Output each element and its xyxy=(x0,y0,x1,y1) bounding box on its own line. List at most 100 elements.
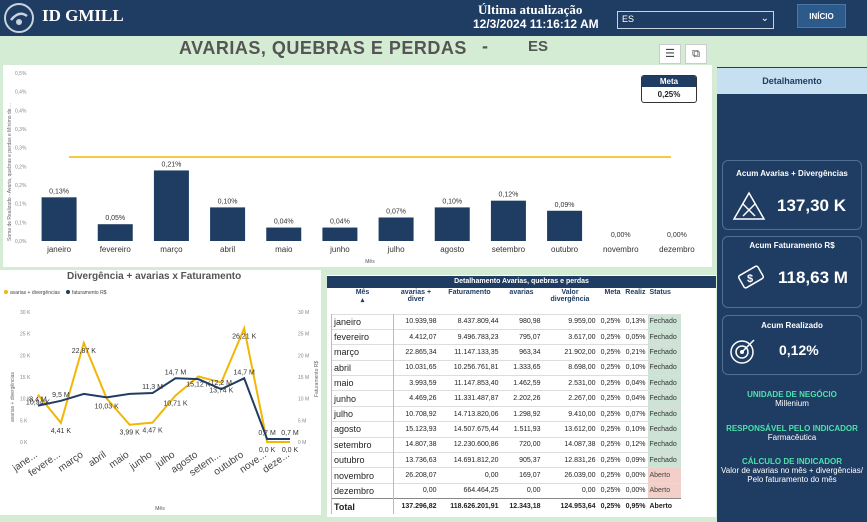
col-header-meta[interactable]: Meta xyxy=(598,289,623,314)
cell-meta: 0,25% xyxy=(597,328,623,345)
cell-avarias: 1.298,92 xyxy=(500,405,543,422)
cell-faturamento: 14.713.820,06 xyxy=(438,405,501,422)
y-tick-left: 20 K xyxy=(20,353,31,359)
cell-status: Fechado xyxy=(647,359,681,376)
cell-realiz: 0,21% xyxy=(622,344,648,361)
table-row[interactable]: novembro 26.208,07 0,00 169,07 26.039,00 0,25… xyxy=(331,467,681,484)
cell-faturamento: 8.437.809,44 xyxy=(438,313,501,330)
data-label: 26,21 K xyxy=(232,333,256,340)
focus-mode-icon[interactable]: ⧉ xyxy=(685,44,707,64)
col-header-faturamento[interactable]: Faturamento xyxy=(439,289,501,314)
cell-realiz: 0,04% xyxy=(622,390,648,407)
cell-status: Fechado xyxy=(647,452,681,468)
kpi-label: Acum Faturamento R$ xyxy=(749,241,835,250)
table-title: Detalhamento Avarias, quebras e perdas xyxy=(327,276,716,288)
cell-month: janeiro xyxy=(331,313,394,330)
bar xyxy=(378,217,414,241)
cell-meta: 0,25% xyxy=(597,482,623,499)
x-tick-label: setembro xyxy=(492,245,526,254)
cell-meta: 0,25% xyxy=(597,313,623,330)
y-tick-label: 0,3% xyxy=(15,127,27,133)
cell-avarias-diver: 14.807,38 xyxy=(393,436,439,453)
table-row[interactable]: outubro 13.736,63 14.691.812,20 905,37 12.83… xyxy=(331,452,681,468)
cell-month: junho xyxy=(331,390,394,407)
table-row[interactable]: setembro 14.807,38 12.230.600,86 720,00 14.0… xyxy=(331,436,681,453)
bar-value-label: 0,21% xyxy=(161,161,181,168)
col-header-realiz[interactable]: Realiz xyxy=(623,289,648,314)
cell-avarias-diver: 22.865,34 xyxy=(393,344,439,361)
bar-value-label: 0,10% xyxy=(442,198,462,205)
cell-avarias-diver: 13.736,63 xyxy=(393,452,439,468)
col-header-status[interactable]: Status xyxy=(648,289,681,314)
brand-name: ID GMILL xyxy=(42,6,124,25)
cell-faturamento: 14.507.675,44 xyxy=(438,421,501,438)
kpi-value: 118,63 M xyxy=(778,268,848,287)
cell-status: Fechado xyxy=(647,344,681,361)
x-tick-label: janeiro xyxy=(46,245,72,254)
table-row[interactable]: julho 10.708,92 14.713.820,06 1.298,92 9.410… xyxy=(331,405,681,422)
cell-avarias: 1.511,93 xyxy=(500,421,543,438)
cell-status: Fechado xyxy=(647,421,681,438)
x-tick-label: maio xyxy=(107,449,131,471)
col-header-avarias[interactable]: avarias xyxy=(501,289,543,314)
cell-realiz: 0,00% xyxy=(622,482,648,499)
y-tick-right: 30 M xyxy=(298,310,309,316)
x-tick-label: julho xyxy=(387,245,405,254)
x-tick-label: junho xyxy=(127,449,155,473)
y-axis-label-right: Faturamento R$ xyxy=(314,361,320,397)
y-tick-left: 15 K xyxy=(20,375,31,381)
table-total-row[interactable]: Total 137.296,82 118.626.201,91 12.343,18 12… xyxy=(331,498,681,515)
cell-avarias: 980,98 xyxy=(500,313,543,330)
kpi-label: Acum Realizado xyxy=(761,321,823,330)
cell-meta: 0,25% xyxy=(597,498,623,515)
chevron-down-icon: ⌄ xyxy=(760,13,769,24)
meta-value: 0,25% xyxy=(657,90,681,99)
kpi-value: 0,12% xyxy=(779,342,819,358)
y-tick-right: 25 M xyxy=(298,332,309,338)
bar xyxy=(547,210,583,241)
data-label: 8,4 M xyxy=(29,397,47,404)
cell-avarias: 169,07 xyxy=(500,467,543,484)
y-tick-label: 0,1% xyxy=(15,220,27,226)
bar-value-label: 0,00% xyxy=(611,232,631,239)
y-axis-label-left: avarias + divergências xyxy=(10,372,16,422)
data-label: 10,71 K xyxy=(163,401,187,408)
cell-valor-divergencia: 26.039,00 xyxy=(542,467,598,484)
col-header-month[interactable]: Mês ▴ xyxy=(332,289,394,314)
y-tick-left: 5 K xyxy=(20,418,28,424)
cell-faturamento: 10.256.761,81 xyxy=(438,359,501,376)
table-row[interactable]: janeiro 10.939,98 8.437.809,44 980,98 9.959,… xyxy=(331,313,681,330)
x-tick-label: novembro xyxy=(603,245,639,254)
cell-month: março xyxy=(331,344,394,361)
detail-table: Mês ▴ avarias + diver Faturamento avarias… xyxy=(331,289,681,515)
table-row[interactable]: junho 4.469,26 11.331.487,87 2.202,26 2.267,… xyxy=(331,390,681,407)
col-header-avarias-diver[interactable]: avarias + diver xyxy=(394,289,439,314)
cell-status: Aberto xyxy=(647,467,681,484)
data-label: 11,3 M xyxy=(142,384,163,391)
department-select-value: ES xyxy=(622,14,635,24)
cell-month: dezembro xyxy=(331,482,394,499)
col-header-valor-divergencia[interactable]: Valor divergência xyxy=(543,289,598,314)
kpi-label: Acum Avarias + Divergências xyxy=(736,169,848,178)
detail-button[interactable]: Detalhamento xyxy=(717,68,867,94)
table-row[interactable]: abril 10.031,65 10.256.761,81 1.333,65 8.698… xyxy=(331,359,681,376)
bar-value-label: 0,00% xyxy=(667,232,687,239)
home-button[interactable]: INÍCIO xyxy=(797,4,846,28)
table-row[interactable]: fevereiro 4.412,07 9.496.783,23 795,07 3.617… xyxy=(331,328,681,345)
cell-avarias-diver: 10.708,92 xyxy=(393,405,439,422)
cell-realiz: 0,95% xyxy=(622,498,648,515)
table-row[interactable]: março 22.865,34 11.147.133,35 963,34 21.902,… xyxy=(331,344,681,361)
meta-label: Meta xyxy=(642,76,696,87)
y-tick-label: 0,4% xyxy=(15,90,27,96)
department-select[interactable]: ES ⌄ xyxy=(617,11,774,29)
y-tick-label: 0,2% xyxy=(15,183,27,189)
table-row[interactable]: maio 3.993,59 11.147.853,40 1.462,59 2.531,0… xyxy=(331,375,681,391)
table-row[interactable]: dezembro 0,00 664.464,25 0,00 0,00 0,25% 0,00%… xyxy=(331,482,681,499)
filter-icon[interactable]: ☰ xyxy=(659,44,681,64)
table-row[interactable]: agosto 15.123,93 14.507.675,44 1.511,93 13.6… xyxy=(331,421,681,438)
legend-dot xyxy=(66,290,70,294)
legend-label: avarias + divergências xyxy=(10,290,60,296)
cell-avarias: 963,34 xyxy=(500,344,543,361)
page-title: AVARIAS, QUEBRAS E PERDAS xyxy=(179,38,467,58)
x-tick-label: abril xyxy=(87,449,109,469)
